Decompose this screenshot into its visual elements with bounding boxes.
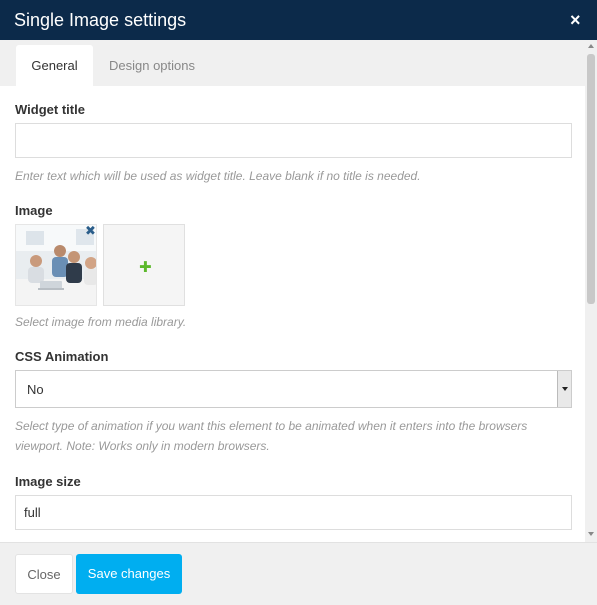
- widget-title-input[interactable]: [15, 123, 572, 158]
- plus-icon: ✚: [139, 259, 152, 276]
- save-changes-button[interactable]: Save changes: [76, 554, 182, 594]
- add-image-button[interactable]: ✚: [103, 224, 185, 306]
- remove-image-icon[interactable]: ✖: [85, 224, 97, 237]
- widget-title-label: Widget title: [15, 102, 85, 117]
- css-animation-help: Select type of animation if you want thi…: [15, 419, 528, 453]
- css-animation-select[interactable]: No: [15, 370, 572, 408]
- single-image-settings-dialog: Single Image settings × General Design o…: [0, 0, 597, 605]
- css-animation-label: CSS Animation: [15, 349, 109, 364]
- dialog-title: Single Image settings: [14, 10, 187, 30]
- vertical-scrollbar[interactable]: [585, 40, 597, 542]
- scrollbar-thumb[interactable]: [587, 54, 595, 304]
- scroll-up-icon[interactable]: [588, 44, 594, 48]
- widget-title-help: Enter text which will be used as widget …: [15, 169, 421, 183]
- settings-panel: Widget title Enter text which will be us…: [0, 86, 585, 542]
- close-button[interactable]: Close: [15, 554, 73, 594]
- dialog-footer: Close Save changes: [0, 542, 597, 605]
- image-help: Select image from media library.: [15, 315, 187, 329]
- scroll-down-icon[interactable]: [588, 532, 594, 536]
- chevron-down-icon[interactable]: [557, 371, 571, 407]
- tab-general[interactable]: General: [16, 45, 93, 86]
- image-size-label: Image size: [15, 474, 81, 489]
- tab-design-options[interactable]: Design options: [96, 45, 208, 86]
- css-animation-value: No: [27, 382, 44, 397]
- dialog-titlebar: Single Image settings ×: [0, 0, 597, 40]
- close-icon[interactable]: ×: [570, 11, 584, 29]
- tabs-bar: General Design options: [0, 40, 585, 86]
- image-label: Image: [15, 203, 53, 218]
- image-size-input[interactable]: full: [15, 495, 572, 530]
